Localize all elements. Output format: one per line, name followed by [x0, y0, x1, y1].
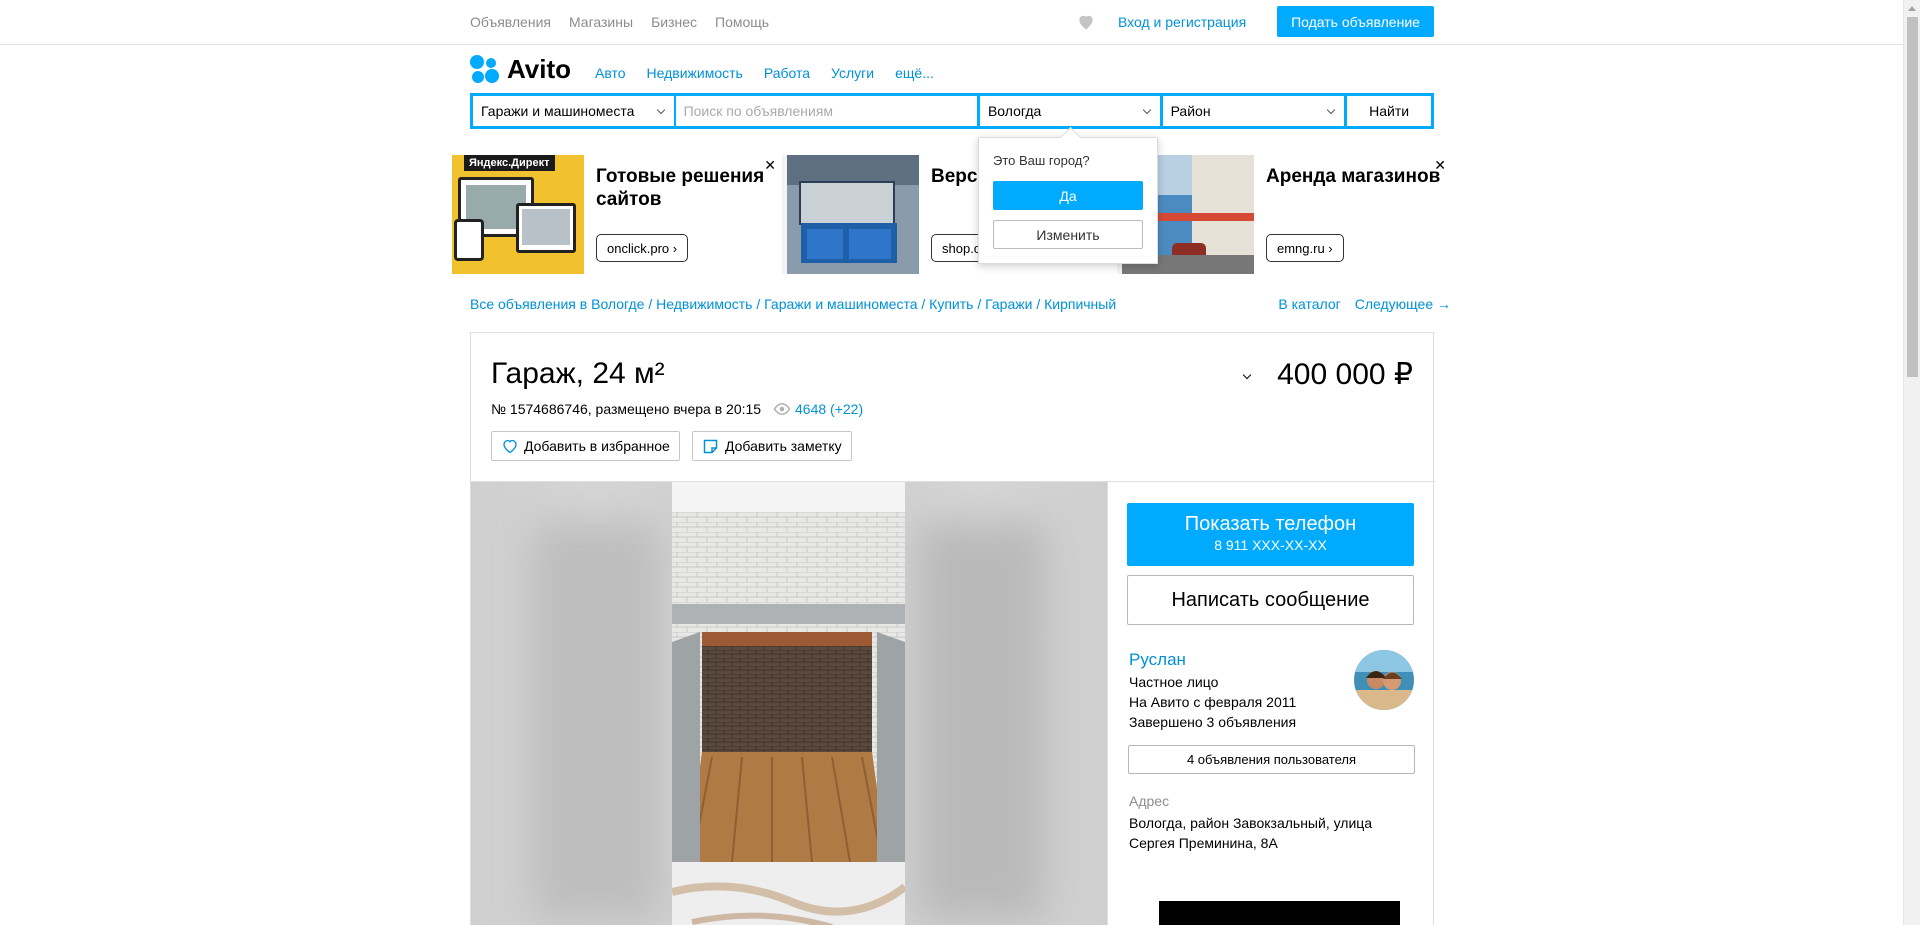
nav-jobs[interactable]: Работа [764, 65, 810, 81]
ad-link[interactable]: onclick.pro › [596, 234, 689, 262]
seller-type: Частное лицо [1129, 674, 1219, 690]
ad-image [452, 155, 584, 274]
category-nav: Авто Недвижимость Работа Услуги ещё... [595, 65, 955, 81]
scroll-up-arrow-icon[interactable] [1908, 6, 1916, 11]
contact-sidebar: Показать телефон 8 911 XXX-XX-XX Написат… [1107, 482, 1433, 925]
top-link-help[interactable]: Помощь [715, 14, 769, 30]
eye-icon [773, 403, 791, 415]
next-listing-link[interactable]: Следующее → [1355, 296, 1451, 312]
scrollbar-thumb[interactable] [1907, 17, 1918, 377]
category-select[interactable]: Гаражи и машиноместа [473, 96, 674, 126]
city-confirm-popup: Это Ваш город? Да Изменить [978, 137, 1158, 264]
search-bar: Гаражи и машиноместа Поиск по объявления… [470, 93, 1434, 129]
price-currency-chevron-icon[interactable] [1242, 370, 1252, 380]
gallery-blur-right [917, 522, 1047, 922]
photo-gallery[interactable] [471, 482, 1107, 925]
ad-title: Готовые решения сайтов [596, 166, 765, 210]
district-select[interactable]: Район [1162, 96, 1345, 126]
city-change-button[interactable]: Изменить [993, 220, 1143, 249]
ad-strip: Яндекс.Директ Готовые решения сайтов onc… [452, 155, 1452, 274]
chevron-down-icon [1142, 105, 1151, 115]
ad-image [787, 155, 919, 274]
ad-link[interactable]: emng.ru › [1266, 234, 1344, 262]
listing-title: Гараж, 24 м² [491, 357, 665, 390]
listing-price: 400 000 ₽ [1277, 358, 1413, 391]
nav-more[interactable]: ещё... [895, 65, 934, 81]
avito-logo[interactable]: Avito [470, 54, 571, 85]
nav-realty[interactable]: Недвижимость [647, 65, 743, 81]
listing-meta: № 1574686746, размещено вчера в 20:15 [491, 401, 762, 417]
city-question: Это Ваш город? [993, 153, 1090, 168]
address-value: Вологда, район Завокзальный, улица Серге… [1129, 815, 1373, 851]
close-icon[interactable]: ✕ [764, 157, 776, 174]
user-ads-button[interactable]: 4 объявления пользователя [1128, 745, 1415, 774]
top-bar: Объявления Магазины Бизнес Помощь Вход и… [0, 0, 1903, 45]
to-catalog-link[interactable]: В каталог [1278, 296, 1340, 312]
add-note-button[interactable]: Добавить заметку [692, 431, 852, 461]
logo-dots-icon [470, 54, 502, 85]
top-links: Объявления Магазины Бизнес Помощь [470, 14, 769, 30]
show-phone-button[interactable]: Показать телефон 8 911 XXX-XX-XX [1127, 503, 1414, 566]
add-note-label: Добавить заметку [725, 438, 842, 454]
login-link[interactable]: Вход и регистрация [1118, 14, 1246, 30]
seller-name[interactable]: Руслан [1129, 650, 1186, 670]
ad-title: Аренда магазинов [1266, 166, 1441, 187]
seller-completed: Завершено 3 объявления [1129, 714, 1297, 730]
ad-card[interactable]: Аренда магазинов emng.ru › ✕ [1122, 155, 1452, 274]
avatar[interactable] [1354, 650, 1414, 710]
listing-photo[interactable] [672, 482, 905, 925]
nav-auto[interactable]: Авто [595, 65, 626, 81]
side-ad-block[interactable] [1159, 901, 1400, 925]
page-scrollbar[interactable] [1903, 0, 1920, 925]
city-select[interactable]: Вологда [979, 96, 1160, 126]
address-label: Адрес [1129, 793, 1170, 809]
ad-card[interactable]: Яндекс.Директ Готовые решения сайтов onc… [452, 155, 782, 274]
note-icon [703, 439, 718, 454]
add-favorite-button[interactable]: Добавить в избранное [491, 431, 680, 461]
add-favorite-label: Добавить в избранное [524, 438, 670, 454]
favorites-heart-icon[interactable] [1076, 12, 1096, 32]
find-button[interactable]: Найти [1347, 96, 1431, 126]
top-link-shops[interactable]: Магазины [569, 14, 633, 30]
phone-mask: 8 911 XXX-XX-XX [1214, 537, 1327, 553]
post-ad-button[interactable]: Подать объявление [1277, 6, 1434, 37]
listing-card: Гараж, 24 м² 400 000 ₽ № 1574686746, раз… [470, 332, 1435, 925]
listing-nav: В каталог Следующее → [1278, 296, 1451, 312]
category-select-value: Гаражи и машиноместа [481, 103, 635, 119]
district-select-value: Район [1170, 103, 1211, 119]
search-placeholder: Поиск по объявлениям [683, 103, 834, 119]
top-link-business[interactable]: Бизнес [651, 14, 697, 30]
ad-badge: Яндекс.Директ [464, 155, 555, 171]
nav-services[interactable]: Услуги [831, 65, 874, 81]
views-count[interactable]: 4648 (+22) [795, 401, 863, 417]
logo-word: Avito [507, 54, 572, 84]
search-input[interactable]: Поиск по объявлениям [675, 96, 977, 126]
heart-outline-icon [503, 439, 517, 454]
breadcrumb[interactable]: Все объявления в Вологде / Недвижимость … [470, 296, 1116, 312]
chevron-down-icon [656, 105, 665, 115]
city-yes-button[interactable]: Да [993, 181, 1143, 210]
chevron-down-icon [1326, 105, 1336, 115]
top-link-ads[interactable]: Объявления [470, 14, 551, 30]
gallery-blur-left [531, 522, 661, 922]
close-icon[interactable]: ✕ [1434, 157, 1446, 174]
city-select-value: Вологда [987, 103, 1042, 119]
write-message-button[interactable]: Написать сообщение [1127, 575, 1414, 625]
seller-since: На Авито с февраля 2011 [1129, 694, 1297, 710]
show-phone-label: Показать телефон [1184, 513, 1357, 535]
